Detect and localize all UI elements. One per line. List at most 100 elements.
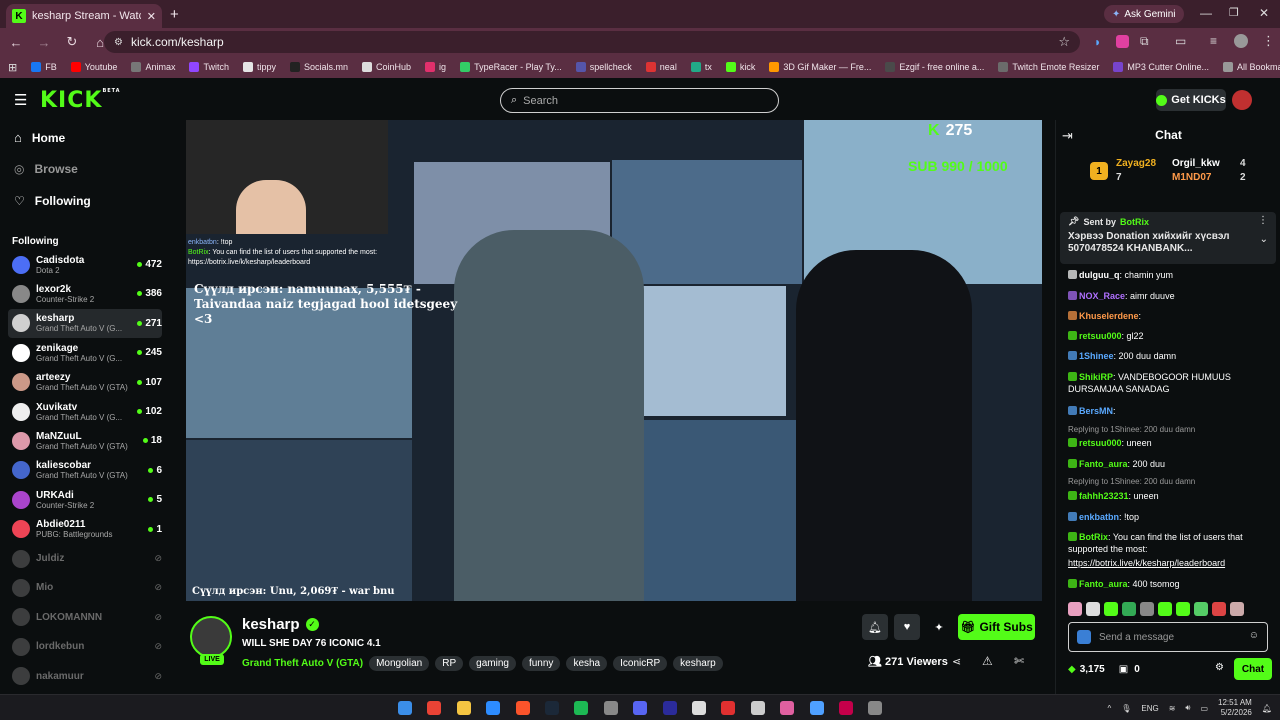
bookmark-item[interactable]: tippy	[242, 62, 276, 72]
taskbar-app-icon[interactable]	[662, 701, 677, 715]
sidebar-nav-browse[interactable]: ◎ Browse	[14, 162, 78, 176]
tab-close-icon[interactable]: ✕	[147, 10, 156, 23]
chat-username[interactable]: retsuu000	[1079, 331, 1122, 341]
sidebar-channel-kaliescobar[interactable]: kaliescobar Grand Theft Auto V (GTA) 6	[8, 456, 162, 485]
notification-bell-button[interactable]: 🔔︎	[862, 614, 888, 640]
emote-icon[interactable]	[1212, 602, 1226, 616]
leader-name[interactable]: M1ND07	[1172, 172, 1211, 183]
taskbar-app-icon[interactable]	[486, 701, 501, 715]
clip-icon[interactable]: ✄	[1014, 654, 1024, 668]
chat-username[interactable]: BotRix	[1079, 532, 1108, 542]
bookmark-item[interactable]: spellcheck	[575, 62, 632, 72]
emote-icon[interactable]	[1140, 602, 1154, 616]
bookmark-item[interactable]: MP3 Cutter Online...	[1113, 62, 1209, 72]
sidebar-offline-channel[interactable]: Mio ⊘	[8, 573, 162, 602]
language-indicator[interactable]: ENG	[1141, 704, 1158, 713]
emote-icon[interactable]	[1068, 602, 1082, 616]
sidebar-offline-channel[interactable]: lordkebun ⊘	[8, 632, 162, 661]
emote-icon[interactable]	[1176, 602, 1190, 616]
sidebar-channel-lexor2k[interactable]: lexor2k Counter-Strike 2 386	[8, 279, 162, 308]
taskbar-app-icon[interactable]	[809, 701, 824, 715]
bookmark-item[interactable]: Animax	[131, 62, 175, 72]
restore-window-icon[interactable]: ❐	[1229, 6, 1239, 19]
sidebar-channel-arteezy[interactable]: arteezy Grand Theft Auto V (GTA) 107	[8, 368, 162, 397]
emote-icon[interactable]	[1122, 602, 1136, 616]
back-arrow-icon[interactable]: ←	[8, 34, 24, 50]
chat-username[interactable]: Fanto_aura	[1079, 579, 1128, 589]
follow-heart-button[interactable]: ♥	[894, 614, 920, 640]
system-clock[interactable]: 12:51 AM 5/2/2026	[1218, 698, 1252, 718]
taskbar-app-icon[interactable]	[692, 701, 706, 715]
video-player[interactable]: K 275 SUB 990 / 1000 Сүүлд ирсэн: namuun…	[186, 120, 1042, 601]
bookmark-item[interactable]: Socials.mn	[290, 62, 348, 72]
kick-logo[interactable]: KICKBETA	[40, 88, 121, 113]
reading-list-icon[interactable]: ≡	[1210, 34, 1217, 48]
streamer-avatar[interactable]	[190, 616, 232, 658]
leader-name[interactable]: Orgil_kkw	[1172, 158, 1220, 169]
apps-grid-icon[interactable]: ⊞	[8, 61, 17, 74]
notification-bell-icon[interactable]: 🔔︎	[1262, 704, 1272, 713]
pinned-message[interactable]: 📌︎ Sent by BotRix Хэрвээ Donation хийхий…	[1060, 212, 1276, 264]
taskbar-app-icon[interactable]	[868, 701, 883, 715]
browser-tab-active[interactable]: K kesharp Stream - Watch Liv ✕	[6, 4, 162, 28]
bookmark-item[interactable]: Twitch	[189, 62, 229, 72]
leader-name[interactable]: Zayag28	[1116, 158, 1156, 169]
extension-2-icon[interactable]	[1116, 35, 1129, 48]
chat-message-input[interactable]: Send a message ☺	[1068, 622, 1268, 652]
tag-chip[interactable]: Mongolian	[369, 656, 430, 671]
sidebar-channel-kesharp[interactable]: kesharp Grand Theft Auto V (G... 271	[8, 308, 162, 338]
wifi-icon[interactable]: ≋	[1169, 704, 1176, 713]
chat-username[interactable]: dulguu_q	[1079, 270, 1120, 280]
chat-username[interactable]: Khuselerdene	[1079, 311, 1139, 321]
points-count[interactable]: 3,175	[1080, 664, 1105, 675]
reload-icon[interactable]: ↻	[64, 34, 80, 50]
taskbar-app-icon[interactable]	[398, 701, 412, 715]
category-link[interactable]: Grand Theft Auto V (GTA)	[242, 658, 363, 669]
ask-gemini-button[interactable]: ✦ Ask Gemini	[1104, 5, 1184, 23]
tag-chip[interactable]: funny	[521, 656, 561, 671]
chat-username[interactable]: retsuu000	[1079, 438, 1122, 448]
botrix-leaderboard-link[interactable]: https://botrix.live/k/kesharp/leaderboar…	[1068, 557, 1270, 569]
pin-options-icon[interactable]: ⋮	[1258, 215, 1268, 226]
battery-icon[interactable]: ▭	[1200, 704, 1208, 713]
tag-chip[interactable]: gaming	[469, 656, 516, 671]
report-warning-icon[interactable]: ⚠	[982, 654, 993, 668]
taskbar-app-icon[interactable]	[839, 701, 853, 715]
sidebar-offline-channel[interactable]: Juldiz ⊘	[8, 544, 162, 573]
tag-chip[interactable]: kesharp	[673, 656, 723, 671]
sidebar-nav-home[interactable]: ⌂ Home	[14, 130, 65, 145]
bookmark-item[interactable]: neal	[645, 62, 677, 72]
bookmark-item[interactable]: tx	[690, 62, 712, 72]
bookmark-star-icon[interactable]: ☆	[1058, 34, 1070, 50]
expand-chevron-icon[interactable]: ⌄	[1260, 234, 1268, 245]
mic-icon[interactable]: 🎙︎	[1121, 704, 1131, 713]
tray-chevron-icon[interactable]: ^	[1107, 704, 1111, 713]
taskbar-app-icon[interactable]	[574, 701, 589, 715]
minimize-window-icon[interactable]: —	[1200, 6, 1212, 20]
close-window-icon[interactable]: ✕	[1259, 6, 1269, 20]
profile-avatar[interactable]	[1234, 34, 1248, 48]
search-input[interactable]: ⌕ Search	[500, 88, 779, 113]
taskbar-app-icon[interactable]	[780, 701, 795, 715]
chat-settings-gear-icon[interactable]: ⚙	[1215, 662, 1224, 673]
streamer-name[interactable]: kesharp	[242, 616, 300, 633]
chat-username[interactable]: Fanto_aura	[1079, 459, 1128, 469]
browser-menu-icon[interactable]: ⋮	[1262, 33, 1275, 49]
extension-icon[interactable]: ◗	[1094, 35, 1101, 49]
pinned-user[interactable]: BotRix	[1120, 217, 1149, 227]
sidebar-channel-zenikage[interactable]: zenikage Grand Theft Auto V (G... 245	[8, 338, 162, 367]
bookmark-item[interactable]: FB	[31, 62, 57, 72]
get-kicks-button[interactable]: Get KICKs	[1156, 89, 1226, 111]
send-chat-button[interactable]: Chat	[1234, 658, 1272, 680]
sidebar-channel-abdie0211[interactable]: Abdie0211 PUBG: Battlegrounds 1	[8, 515, 162, 544]
new-tab-icon[interactable]: +	[170, 6, 179, 23]
chat-username[interactable]: ShikiRP	[1079, 372, 1113, 382]
emoji-picker-icon[interactable]: ☺	[1249, 630, 1259, 641]
chat-username[interactable]: fahhh23231	[1079, 491, 1129, 501]
sidebar-nav-following[interactable]: ♡ Following	[14, 194, 91, 208]
chat-username[interactable]: BersMN	[1079, 406, 1113, 416]
tag-chip[interactable]: kesha	[566, 656, 608, 671]
tag-chip[interactable]: RP	[435, 656, 464, 671]
site-info-icon[interactable]: ⚙	[114, 37, 123, 48]
emote-icon[interactable]	[1230, 602, 1244, 616]
